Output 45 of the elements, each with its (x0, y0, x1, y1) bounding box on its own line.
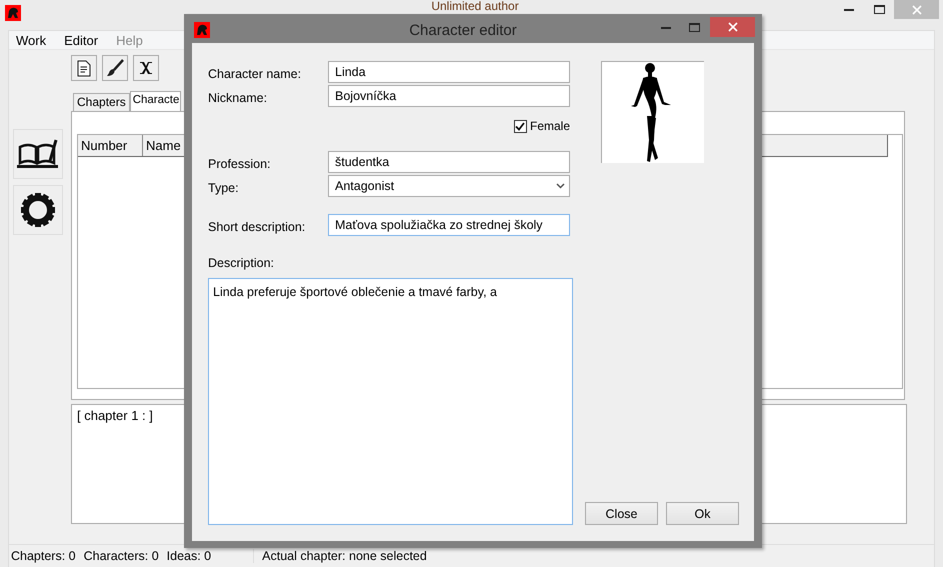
checkbox-label: Female (530, 119, 570, 133)
field-label: Nickname: (208, 90, 268, 105)
logo-icon (194, 22, 210, 38)
input-field[interactable]: Maťova spolužiačka zo strednej školy (328, 214, 570, 236)
column-header[interactable]: Number (78, 135, 143, 156)
status-text: Ideas: 0 (166, 549, 212, 563)
status-text: Chapters: 0 (11, 549, 76, 563)
close-icon (728, 22, 738, 32)
status-text: Characters: 0 (84, 549, 159, 563)
maximize-icon (688, 22, 700, 32)
book-button[interactable] (13, 129, 63, 179)
close-button[interactable] (710, 17, 755, 37)
input-field[interactable]: študentka (328, 151, 570, 173)
dialog-button[interactable]: Close (585, 502, 658, 525)
input-field[interactable]: Linda (328, 61, 570, 83)
field-label: Description: (208, 256, 275, 270)
menu-item[interactable]: Work (13, 31, 54, 49)
field-label: Type: (208, 180, 240, 195)
tab[interactable]: Characte (130, 91, 182, 111)
tab[interactable]: Chapters (73, 93, 130, 111)
brush-icon (106, 59, 124, 77)
description-field[interactable]: Linda preferuje športové oblečenie a tmavé farby, a (208, 278, 573, 525)
logo-icon (5, 5, 21, 21)
document-button[interactable] (71, 55, 97, 81)
minimize-icon (844, 8, 854, 11)
field-label: Short description: (208, 219, 306, 234)
input-field[interactable]: Bojovníčka (328, 85, 570, 107)
brush-button[interactable] (102, 55, 128, 81)
dialog-button[interactable]: Ok (666, 502, 739, 525)
maximize-icon (874, 5, 884, 14)
dialog-title: Character editor (408, 22, 518, 39)
close-tool-button[interactable] (133, 55, 159, 81)
document-icon (77, 60, 91, 76)
female-checkbox[interactable] (514, 120, 527, 132)
x-icon (139, 61, 153, 75)
close-icon (912, 4, 922, 14)
field-label: Character name: (208, 66, 302, 81)
chevron-icon (556, 183, 565, 189)
window-title: Unlimited author (430, 0, 520, 13)
field-label: Profession: (208, 156, 272, 171)
type-dropdown[interactable]: Antagonist (328, 175, 570, 197)
menu-item[interactable]: Editor (61, 31, 106, 49)
minimize-icon (661, 26, 671, 28)
status-text: Actual chapter: none selected (253, 549, 427, 563)
gear-button[interactable] (13, 185, 63, 235)
